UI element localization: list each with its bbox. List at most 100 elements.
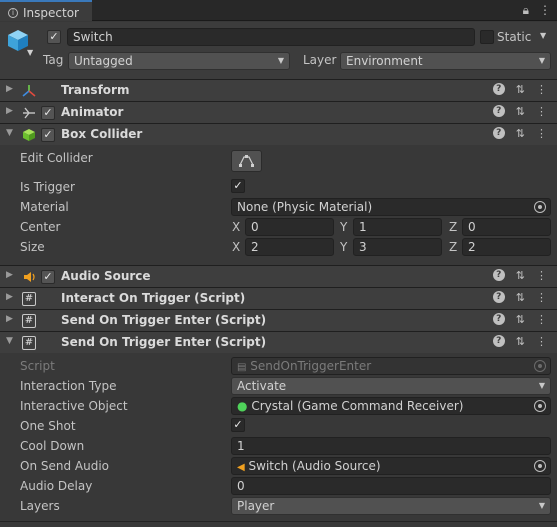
center-x-field[interactable]: 0 xyxy=(245,218,334,236)
object-picker-icon[interactable] xyxy=(534,400,546,412)
center-z-label: Z xyxy=(449,220,458,234)
script-icon: # xyxy=(22,314,36,328)
more-menu-icon[interactable]: ⋮ xyxy=(536,269,547,282)
size-z-label: Z xyxy=(449,240,458,254)
lock-icon[interactable]: 🔒︎ xyxy=(523,3,529,18)
help-icon[interactable]: ? xyxy=(492,291,505,303)
one-shot-checkbox[interactable]: ✓ xyxy=(231,418,245,432)
help-icon[interactable]: ? xyxy=(492,335,505,347)
edit-collider-label: Edit Collider xyxy=(20,151,93,165)
edit-collider-button[interactable] xyxy=(231,150,262,172)
center-z-field[interactable]: 0 xyxy=(462,218,551,236)
fold-arrow-down-icon[interactable]: ▼ xyxy=(6,336,13,346)
help-icon[interactable]: ? xyxy=(492,127,505,139)
box-collider-icon xyxy=(22,128,36,142)
fold-arrow-icon[interactable]: ▶ xyxy=(6,292,13,302)
presets-icon[interactable]: ⇅ xyxy=(516,269,525,282)
on-send-audio-value: Switch (Audio Source) xyxy=(248,459,381,473)
presets-icon[interactable]: ⇅ xyxy=(516,83,525,96)
size-z-field[interactable]: 2 xyxy=(462,238,551,256)
enabled-checkbox[interactable]: ✓ xyxy=(41,128,55,142)
center-x-label: X xyxy=(232,220,241,234)
size-x-field[interactable]: 2 xyxy=(245,238,334,256)
size-y-field[interactable]: 3 xyxy=(353,238,442,256)
component-audio-source[interactable]: ▶ ✓ Audio Source ? ⇅ ⋮ xyxy=(0,265,557,287)
icon-dropdown-arrow-icon[interactable]: ▼ xyxy=(27,48,33,57)
center-y-label: Y xyxy=(340,220,348,234)
presets-icon[interactable]: ⇅ xyxy=(516,313,525,326)
info-icon: i xyxy=(8,8,18,18)
more-menu-icon[interactable]: ⋮ xyxy=(536,105,547,118)
interaction-type-dropdown[interactable]: Activate xyxy=(231,377,551,395)
fold-arrow-icon[interactable]: ▶ xyxy=(6,84,13,94)
help-icon[interactable]: ? xyxy=(492,269,505,281)
on-send-audio-field[interactable]: ◀ Switch (Audio Source) xyxy=(231,457,551,475)
is-trigger-label: Is Trigger xyxy=(20,180,75,194)
script-file-icon: ▤ xyxy=(237,362,247,373)
presets-icon[interactable]: ⇅ xyxy=(516,291,525,304)
static-checkbox[interactable] xyxy=(480,30,494,44)
more-menu-icon[interactable]: ⋮ xyxy=(539,3,551,18)
component-send-on-trigger-enter-expanded[interactable]: ▼ # Send On Trigger Enter (Script) ? ⇅ ⋮ xyxy=(0,331,557,353)
component-title: Interact On Trigger (Script) xyxy=(61,291,246,305)
edit-collider-icon xyxy=(239,155,254,167)
more-menu-icon[interactable]: ⋮ xyxy=(536,291,547,304)
fold-arrow-icon[interactable]: ▶ xyxy=(6,270,13,280)
layer-dropdown[interactable]: Environment xyxy=(340,52,551,70)
help-icon[interactable]: ? xyxy=(492,313,505,325)
object-name-field[interactable]: Switch xyxy=(67,28,475,46)
material-field[interactable]: None (Physic Material) xyxy=(231,198,551,216)
layers-dropdown[interactable]: Player xyxy=(231,497,551,515)
script-icon: # xyxy=(22,292,36,306)
transform-axes-icon xyxy=(22,84,36,98)
presets-icon[interactable]: ⇅ xyxy=(516,127,525,140)
audio-delay-field[interactable]: 0 xyxy=(231,477,551,495)
tab-tools: 🔒︎ ⋮ xyxy=(523,3,551,18)
more-menu-icon[interactable]: ⋮ xyxy=(536,127,547,140)
center-y-field[interactable]: 1 xyxy=(353,218,442,236)
bottom-divider xyxy=(0,521,557,522)
size-y-label: Y xyxy=(340,240,348,254)
static-dropdown-icon[interactable]: ▼ xyxy=(540,31,546,40)
receiver-dot-icon: ● xyxy=(237,399,248,413)
script-icon: # xyxy=(22,336,36,350)
fold-arrow-down-icon[interactable]: ▼ xyxy=(6,128,13,138)
size-x-label: X xyxy=(232,240,241,254)
component-box-collider[interactable]: ▼ ✓ Box Collider ? ⇅ ⋮ xyxy=(0,123,557,145)
object-picker-icon xyxy=(534,360,546,372)
presets-icon[interactable]: ⇅ xyxy=(516,335,525,348)
component-title: Animator xyxy=(61,105,124,119)
layer-label: Layer xyxy=(303,53,337,67)
more-menu-icon[interactable]: ⋮ xyxy=(536,313,547,326)
is-trigger-checkbox[interactable]: ✓ xyxy=(231,179,245,193)
help-icon[interactable]: ? xyxy=(492,83,505,95)
enabled-checkbox[interactable]: ✓ xyxy=(41,106,55,120)
tag-dropdown[interactable]: Untagged xyxy=(68,52,290,70)
fold-arrow-icon[interactable]: ▶ xyxy=(6,106,13,116)
presets-icon[interactable]: ⇅ xyxy=(516,105,525,118)
script-field: ▤ SendOnTriggerEnter xyxy=(231,357,551,375)
material-label: Material xyxy=(20,200,69,214)
component-transform[interactable]: ▶ Transform ? ⇅ ⋮ xyxy=(0,79,557,101)
tab-label: Inspector xyxy=(23,6,79,20)
on-send-audio-label: On Send Audio xyxy=(20,459,110,473)
object-picker-icon[interactable] xyxy=(534,201,546,213)
more-menu-icon[interactable]: ⋮ xyxy=(536,335,547,348)
object-picker-icon[interactable] xyxy=(534,460,546,472)
cool-down-label: Cool Down xyxy=(20,439,85,453)
script-label: Script xyxy=(20,359,55,373)
fold-arrow-icon[interactable]: ▶ xyxy=(6,314,13,324)
component-animator[interactable]: ▶ ✓ Animator ? ⇅ ⋮ xyxy=(0,101,557,123)
interactive-object-field[interactable]: ● Crystal (Game Command Receiver) xyxy=(231,397,551,415)
component-interact-on-trigger[interactable]: ▶ # Interact On Trigger (Script) ? ⇅ ⋮ xyxy=(0,287,557,309)
tab-bar: i Inspector 🔒︎ ⋮ xyxy=(0,0,557,21)
help-icon[interactable]: ? xyxy=(492,105,505,117)
more-menu-icon[interactable]: ⋮ xyxy=(536,83,547,96)
tab-inspector[interactable]: i Inspector xyxy=(0,0,92,21)
interactive-object-label: Interactive Object xyxy=(20,399,128,413)
active-checkbox[interactable]: ✓ xyxy=(47,30,61,44)
enabled-checkbox[interactable]: ✓ xyxy=(41,270,55,284)
cool-down-field[interactable]: 1 xyxy=(231,437,551,455)
component-send-on-trigger-enter[interactable]: ▶ # Send On Trigger Enter (Script) ? ⇅ ⋮ xyxy=(0,309,557,331)
component-title: Send On Trigger Enter (Script) xyxy=(61,313,267,327)
